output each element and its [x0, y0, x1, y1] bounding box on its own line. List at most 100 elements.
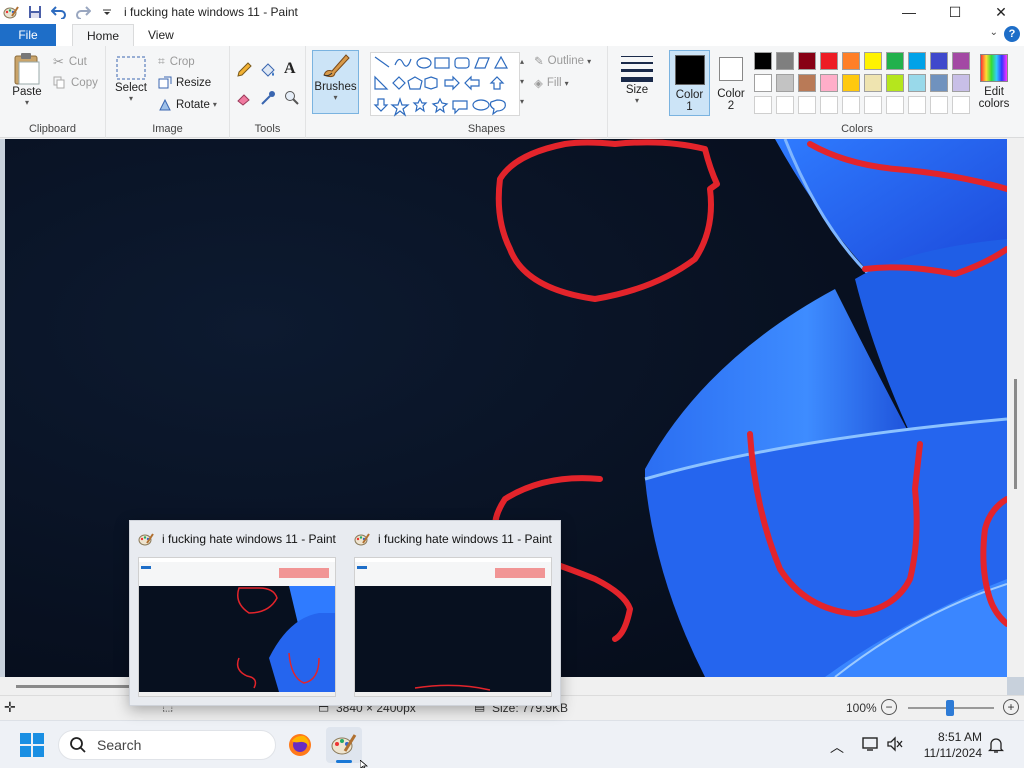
fill-button[interactable]: ◈ Fill ▾ — [534, 76, 569, 90]
color1-button[interactable]: Color 1 — [669, 50, 710, 116]
palette-swatch[interactable] — [864, 52, 882, 70]
paste-button[interactable]: Paste ▾ — [8, 52, 46, 107]
redo-icon[interactable] — [74, 3, 92, 21]
taskbar-paint-app[interactable] — [326, 727, 362, 763]
zoom-slider[interactable] — [908, 700, 994, 716]
crop-button[interactable]: ⌗ Crop — [158, 54, 195, 69]
text-tool-icon[interactable]: A — [284, 60, 296, 78]
outline-chevron-down-icon[interactable]: ▾ — [587, 57, 591, 66]
color-picker-icon[interactable] — [260, 90, 276, 106]
palette-swatch[interactable] — [886, 96, 904, 114]
palette-swatch[interactable] — [842, 52, 860, 70]
palette-swatch[interactable] — [820, 52, 838, 70]
palette-swatch[interactable] — [754, 74, 772, 92]
palette-swatch[interactable] — [798, 52, 816, 70]
copy-label: Copy — [71, 76, 98, 89]
eraser-icon[interactable] — [236, 90, 252, 106]
colors-group: Colors — [750, 46, 970, 138]
palette-swatch[interactable] — [952, 74, 970, 92]
brushes-chevron-down-icon[interactable]: ▾ — [333, 93, 337, 102]
tab-home[interactable]: Home — [72, 24, 135, 46]
maximize-button[interactable]: ☐ — [932, 0, 978, 24]
palette-swatch[interactable] — [776, 52, 794, 70]
palette-swatch[interactable] — [952, 96, 970, 114]
palette-swatch[interactable] — [908, 96, 926, 114]
palette-swatch[interactable] — [754, 96, 772, 114]
palette-swatch[interactable] — [930, 52, 948, 70]
select-button[interactable]: Select ▾ — [114, 56, 148, 103]
magnifier-icon[interactable] — [284, 90, 300, 106]
brushes-button[interactable]: Brushes ▾ — [312, 50, 359, 114]
tools-group: A Tools — [230, 46, 306, 138]
select-chevron-down-icon[interactable]: ▾ — [129, 94, 133, 103]
close-button[interactable]: ✕ — [978, 0, 1024, 24]
volume-muted-icon[interactable] — [886, 736, 904, 755]
palette-swatch[interactable] — [820, 96, 838, 114]
palette-swatch[interactable] — [820, 74, 838, 92]
minimize-button[interactable]: — — [886, 0, 932, 24]
zoom-in-button[interactable]: + — [1003, 699, 1019, 715]
palette-swatch[interactable] — [886, 52, 904, 70]
vertical-scroll-thumb[interactable] — [1014, 379, 1017, 489]
rotate-chevron-down-icon[interactable]: ▾ — [213, 100, 217, 109]
clipboard-group: Paste ▾ ✂ Cut Copy Clipboard — [0, 46, 106, 138]
rotate-button[interactable]: Rotate ▾ — [158, 98, 217, 111]
network-icon[interactable] — [862, 736, 880, 755]
zoom-out-button[interactable]: − — [881, 699, 897, 715]
fill-bucket-icon[interactable] — [260, 62, 276, 78]
palette-swatch[interactable] — [798, 74, 816, 92]
palette-swatch[interactable] — [886, 74, 904, 92]
size-button[interactable]: Size ▾ — [618, 54, 656, 105]
firefox-icon[interactable] — [288, 733, 312, 757]
thumbnail-window-2[interactable]: i fucking hate windows 11 - Paint — [346, 521, 562, 707]
undo-icon[interactable] — [50, 3, 68, 21]
palette-swatch[interactable] — [776, 96, 794, 114]
start-windows-icon[interactable] — [20, 733, 44, 757]
palette-swatch[interactable] — [952, 52, 970, 70]
show-hidden-icons-chevron-up-icon[interactable]: ︿ — [830, 737, 844, 757]
horizontal-scroll-thumb[interactable] — [16, 685, 136, 688]
tab-file[interactable]: File — [0, 24, 56, 46]
cut-button[interactable]: ✂ Cut — [53, 54, 87, 70]
palette-swatch[interactable] — [798, 96, 816, 114]
color2-swatch — [719, 57, 743, 81]
help-icon[interactable]: ? — [1004, 26, 1020, 42]
copy-button[interactable]: Copy — [53, 76, 98, 89]
title-bar: i fucking hate windows 11 - Paint — ☐ ✕ — [0, 0, 1024, 24]
ribbon-collapse-chevron-icon[interactable]: ⌄ — [990, 27, 998, 38]
color1-num: 1 — [686, 101, 693, 113]
pencil-icon[interactable] — [236, 62, 252, 78]
shapes-scroll[interactable]: ▴ ▾ ▾ — [516, 52, 528, 116]
zoom-slider-thumb[interactable] — [946, 700, 954, 716]
taskbar-search[interactable]: Search — [58, 730, 276, 760]
thumbnail-window-1[interactable]: i fucking hate windows 11 - Paint — [130, 521, 346, 707]
palette-swatch[interactable] — [776, 74, 794, 92]
palette-swatch[interactable] — [908, 74, 926, 92]
palette-swatch[interactable] — [930, 96, 948, 114]
color2-button[interactable]: Color 2 — [712, 50, 750, 116]
palette-swatch[interactable] — [842, 74, 860, 92]
outline-label: Outline — [547, 55, 585, 67]
palette-swatch[interactable] — [930, 74, 948, 92]
customize-toolbar-chevron-down-icon[interactable] — [98, 3, 116, 21]
edit-colors-button[interactable]: Edit colors — [975, 54, 1013, 110]
tab-view[interactable]: View — [134, 24, 188, 46]
palette-swatch[interactable] — [864, 74, 882, 92]
select-label: Select — [115, 82, 147, 94]
palette-swatch[interactable] — [754, 52, 772, 70]
palette-swatch[interactable] — [908, 52, 926, 70]
tools-group-label: Tools — [254, 123, 281, 135]
notification-bell-icon[interactable] — [987, 736, 1005, 757]
fill-chevron-down-icon[interactable]: ▾ — [565, 79, 569, 88]
paste-chevron-down-icon[interactable]: ▾ — [25, 98, 29, 107]
vertical-scrollbar[interactable] — [1007, 139, 1024, 677]
palette-swatch[interactable] — [864, 96, 882, 114]
save-icon[interactable] — [26, 3, 44, 21]
shape-gallery[interactable] — [370, 52, 520, 117]
system-clock[interactable]: 8:51 AM 11/11/2024 — [924, 729, 982, 761]
paint-app-icon[interactable] — [2, 3, 20, 21]
size-chevron-down-icon[interactable]: ▾ — [635, 96, 639, 105]
palette-swatch[interactable] — [842, 96, 860, 114]
resize-button[interactable]: Resize — [158, 76, 211, 89]
outline-button[interactable]: ✎ Outline ▾ — [534, 54, 591, 68]
